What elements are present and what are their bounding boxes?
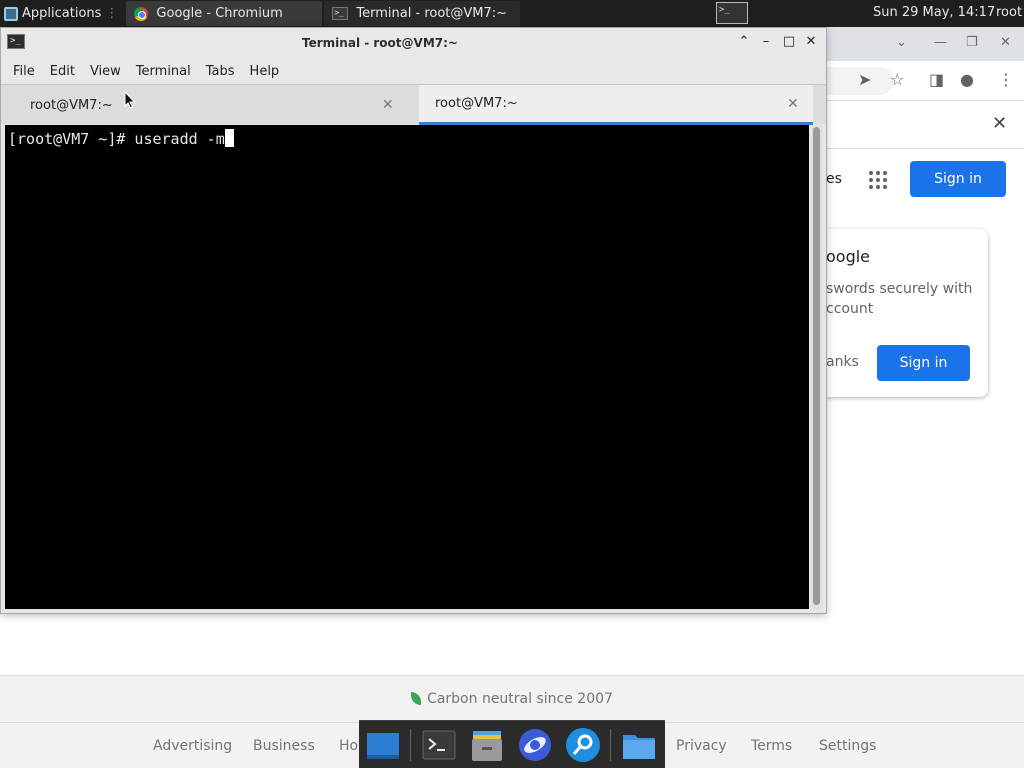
tab-label: root@VM7:~ bbox=[30, 97, 113, 113]
dock-separator bbox=[410, 729, 411, 761]
tab-label: root@VM7:~ bbox=[435, 96, 518, 111]
sign-in-button[interactable]: Sign in bbox=[910, 161, 1006, 197]
leaf-icon bbox=[411, 692, 422, 705]
file-manager-cabinet-icon[interactable] bbox=[469, 727, 505, 763]
footer-link-terms[interactable]: Terms bbox=[751, 738, 792, 754]
user-menu[interactable]: root bbox=[996, 5, 1022, 20]
terminal-icon: >_ bbox=[332, 7, 349, 20]
more-menu-icon[interactable]: ⋮ bbox=[998, 71, 1014, 89]
close-icon[interactable]: ✕ bbox=[1000, 35, 1011, 50]
menu-file[interactable]: File bbox=[13, 64, 35, 79]
web-browser-icon[interactable] bbox=[517, 727, 553, 763]
applications-menu-button[interactable]: Applications ⋮ bbox=[0, 0, 124, 27]
sign-in-promo-card: oogle swords securely with ccount anks S… bbox=[826, 229, 988, 397]
send-icon[interactable]: ➤ bbox=[858, 71, 871, 89]
folder-icon[interactable] bbox=[621, 727, 657, 763]
maximize-icon[interactable]: □ bbox=[782, 34, 796, 50]
chromium-icon bbox=[134, 6, 149, 21]
taskbar-terminal-label: Terminal - root@VM7:~ bbox=[356, 6, 508, 21]
address-bar[interactable]: ➤ bbox=[826, 67, 894, 95]
footer-link-settings[interactable]: Settings bbox=[819, 738, 876, 754]
collapse-icon[interactable]: ⌃ bbox=[737, 34, 751, 50]
tab-close-icon[interactable]: ✕ bbox=[382, 97, 394, 113]
carbon-neutral-text[interactable]: Carbon neutral since 2007 bbox=[0, 691, 1024, 707]
show-desktop-icon[interactable] bbox=[365, 727, 401, 763]
workspace-switcher[interactable]: >_ bbox=[716, 2, 748, 24]
profile-icon[interactable]: ● bbox=[960, 71, 974, 89]
notification-close-icon[interactable]: ✕ bbox=[992, 113, 1007, 134]
tab-terminal-1[interactable]: root@VM7:~ ✕ bbox=[5, 85, 415, 125]
applications-label: Applications bbox=[22, 6, 102, 21]
applications-icon bbox=[4, 6, 18, 21]
footer-link-business[interactable]: Business bbox=[253, 738, 315, 754]
top-panel: Applications ⋮ Google - Chromium >_ Term… bbox=[0, 0, 1024, 27]
terminal-output-area[interactable]: [root@VM7 ~]# useradd -m bbox=[5, 125, 809, 609]
maximize-icon[interactable]: ❐ bbox=[966, 35, 978, 50]
footer-link-privacy[interactable]: Privacy bbox=[676, 738, 727, 754]
taskbar-chromium-button[interactable]: Google - Chromium bbox=[126, 1, 323, 26]
terminal-title: Terminal - root@VM7:~ bbox=[302, 36, 458, 50]
menu-view[interactable]: View bbox=[90, 64, 121, 79]
tab-search-chevron-icon[interactable]: ⌄ bbox=[896, 35, 907, 50]
clock[interactable]: Sun 29 May, 14:17 bbox=[873, 5, 995, 20]
tab-terminal-2[interactable]: root@VM7:~ ✕ bbox=[419, 85, 813, 125]
footer-link-advertising[interactable]: Advertising bbox=[153, 738, 232, 754]
terminal-menubar: File Edit View Terminal Tabs Help bbox=[1, 58, 826, 84]
dock-separator bbox=[610, 729, 611, 761]
header-link-partial[interactable]: es bbox=[826, 171, 842, 187]
tab-close-icon[interactable]: ✕ bbox=[787, 96, 799, 112]
terminal-window: >_ Terminal - root@VM7:~ ⌃ – □ ✕ File Ed… bbox=[0, 27, 827, 614]
close-icon[interactable]: ✕ bbox=[804, 34, 818, 50]
separator-icon: ⋮ bbox=[105, 6, 119, 21]
taskbar-terminal-button[interactable]: >_ Terminal - root@VM7:~ bbox=[324, 1, 521, 26]
dock bbox=[359, 720, 665, 768]
side-panel-icon[interactable]: ◨ bbox=[929, 71, 944, 89]
chromium-titlebar: ⌄ — ❐ ✕ bbox=[826, 27, 1024, 61]
menu-help[interactable]: Help bbox=[250, 64, 280, 79]
menu-edit[interactable]: Edit bbox=[50, 64, 75, 79]
google-apps-icon[interactable] bbox=[869, 171, 887, 189]
bookmark-star-icon[interactable]: ☆ bbox=[890, 71, 904, 89]
taskbar-chromium-label: Google - Chromium bbox=[156, 6, 283, 21]
minimize-icon[interactable]: — bbox=[934, 35, 947, 50]
menu-tabs[interactable]: Tabs bbox=[206, 64, 235, 79]
promo-title: oogle bbox=[826, 247, 871, 266]
terminal-titlebar[interactable]: >_ Terminal - root@VM7:~ ⌃ – □ ✕ bbox=[1, 28, 826, 58]
promo-sign-in-button[interactable]: Sign in bbox=[877, 345, 970, 381]
chromium-toolbar: ➤ ☆ ◨ ● ⋮ bbox=[826, 61, 1024, 101]
terminal-scrollbar[interactable] bbox=[811, 125, 822, 609]
terminal-prompt-line: [root@VM7 ~]# useradd -m bbox=[8, 129, 234, 148]
text-cursor bbox=[224, 129, 234, 147]
terminal-launcher-icon[interactable] bbox=[421, 727, 457, 763]
terminal-command-text: [root@VM7 ~]# useradd -m bbox=[8, 130, 225, 148]
scrollbar-thumb[interactable] bbox=[813, 127, 820, 605]
menu-terminal[interactable]: Terminal bbox=[136, 64, 191, 79]
search-app-icon[interactable] bbox=[565, 727, 601, 763]
minimize-icon[interactable]: – bbox=[759, 34, 773, 50]
carbon-label: Carbon neutral since 2007 bbox=[427, 691, 613, 707]
promo-text: swords securely with ccount bbox=[826, 281, 973, 317]
footer-link-how-search-works[interactable]: Ho bbox=[339, 738, 358, 754]
no-thanks-button[interactable]: anks bbox=[826, 354, 859, 370]
